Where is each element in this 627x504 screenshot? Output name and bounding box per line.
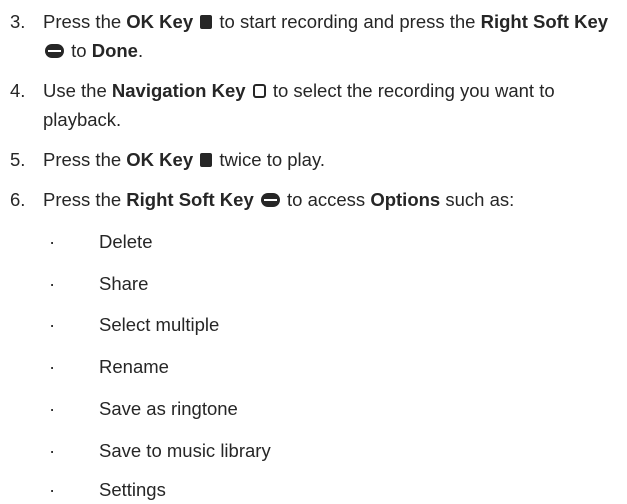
list-item: · Save as ringtone xyxy=(0,394,627,423)
ok-key-icon xyxy=(200,15,213,29)
list-item: · Rename xyxy=(0,352,627,381)
step-6: 6. Press the Right Soft Key to access Op… xyxy=(10,185,622,214)
option-save-as-ringtone: Save as ringtone xyxy=(99,398,238,419)
step-text-part: Press the xyxy=(43,189,122,210)
step-number: 5. xyxy=(10,149,26,170)
right-soft-key-label: Right Soft Key xyxy=(126,189,254,210)
list-item: · Share xyxy=(0,269,627,298)
option-delete: Delete xyxy=(99,231,153,252)
step-text-part: Press the xyxy=(43,149,122,170)
step-number: 4. xyxy=(10,80,26,101)
bullet: · xyxy=(49,314,56,335)
step-text: Press the Right Soft Key to access Optio… xyxy=(43,185,622,214)
step-text-part: Use the xyxy=(43,80,107,101)
step-text-part: to start recording and press the xyxy=(219,11,476,32)
bullet: · xyxy=(49,440,56,461)
navigation-key-icon xyxy=(252,84,266,98)
step-number: 6. xyxy=(10,189,26,210)
option-share: Share xyxy=(99,273,149,294)
step-text: Press the OK Key twice to play. xyxy=(43,145,622,174)
step-number: 3. xyxy=(10,11,26,32)
ok-key-label: OK Key xyxy=(126,11,194,32)
step-text-part: . xyxy=(137,40,144,61)
right-soft-key-icon xyxy=(260,193,280,207)
step-5: 5. Press the OK Key twice to play. xyxy=(10,145,622,174)
navigation-key-label: Navigation Key xyxy=(111,80,246,101)
right-soft-key-icon xyxy=(45,44,64,58)
bullet: · xyxy=(49,398,56,419)
options-label: Options xyxy=(370,189,441,210)
step-text: Use the Navigation Key to select the rec… xyxy=(43,76,622,134)
option-rename: Rename xyxy=(99,356,169,377)
ok-key-label: OK Key xyxy=(126,149,194,170)
bullet: · xyxy=(49,273,56,294)
list-item: · Save to music library xyxy=(0,436,627,465)
step-text-part: Press the xyxy=(43,11,122,32)
option-settings: Settings xyxy=(99,479,166,500)
ok-key-icon xyxy=(200,153,213,167)
step-text-part: to xyxy=(71,40,87,61)
option-save-to-music-library: Save to music library xyxy=(99,440,271,461)
option-select-multiple: Select multiple xyxy=(99,314,220,335)
bullet: · xyxy=(49,479,56,500)
bullet: · xyxy=(49,356,56,377)
step-text-part: such as: xyxy=(445,189,515,210)
list-item: · Settings xyxy=(0,475,627,504)
list-item: · Delete xyxy=(0,227,627,256)
step-4: 4. Use the Navigation Key to select the … xyxy=(10,76,622,134)
done-label: Done xyxy=(91,40,138,61)
right-soft-key-label: Right Soft Key xyxy=(480,11,609,32)
list-item: · Select multiple xyxy=(0,310,627,339)
step-text-part: to access xyxy=(287,189,366,210)
step-text-part: twice to play. xyxy=(219,149,325,170)
step-text: Press the OK Key to start recording and … xyxy=(43,7,622,65)
step-3: 3. Press the OK Key to start recording a… xyxy=(10,7,622,65)
bullet: · xyxy=(49,231,56,252)
